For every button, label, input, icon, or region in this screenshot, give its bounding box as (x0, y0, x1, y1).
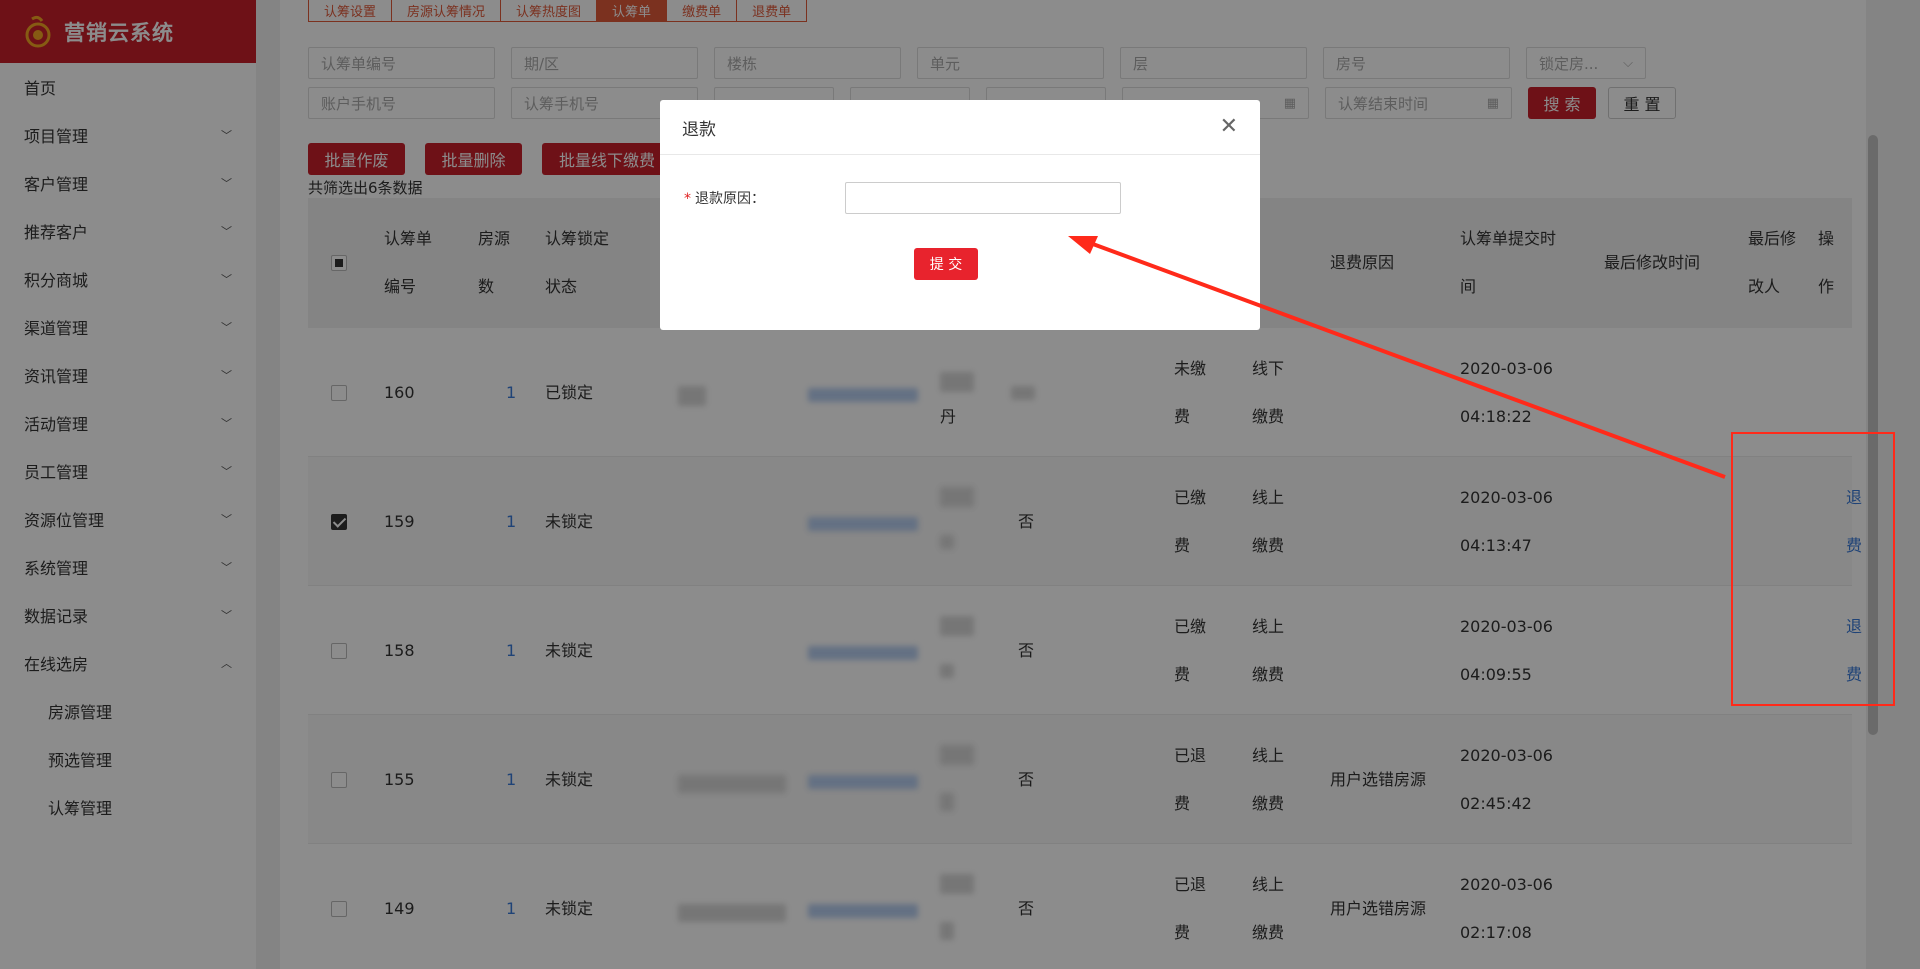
refund-reason-input[interactable] (845, 182, 1121, 214)
modal-title: 退款 (682, 119, 716, 140)
annotation-highlight-box (1731, 432, 1895, 706)
refund-modal: 退款 ✕ * 退款原因： 提 交 (660, 100, 1260, 330)
refund-reason-label: * 退款原因： (684, 191, 765, 207)
submit-button[interactable]: 提 交 (914, 248, 978, 280)
modal-header: 退款 ✕ (660, 100, 1260, 155)
required-mark: * (684, 191, 691, 207)
close-icon[interactable]: ✕ (1220, 116, 1238, 138)
